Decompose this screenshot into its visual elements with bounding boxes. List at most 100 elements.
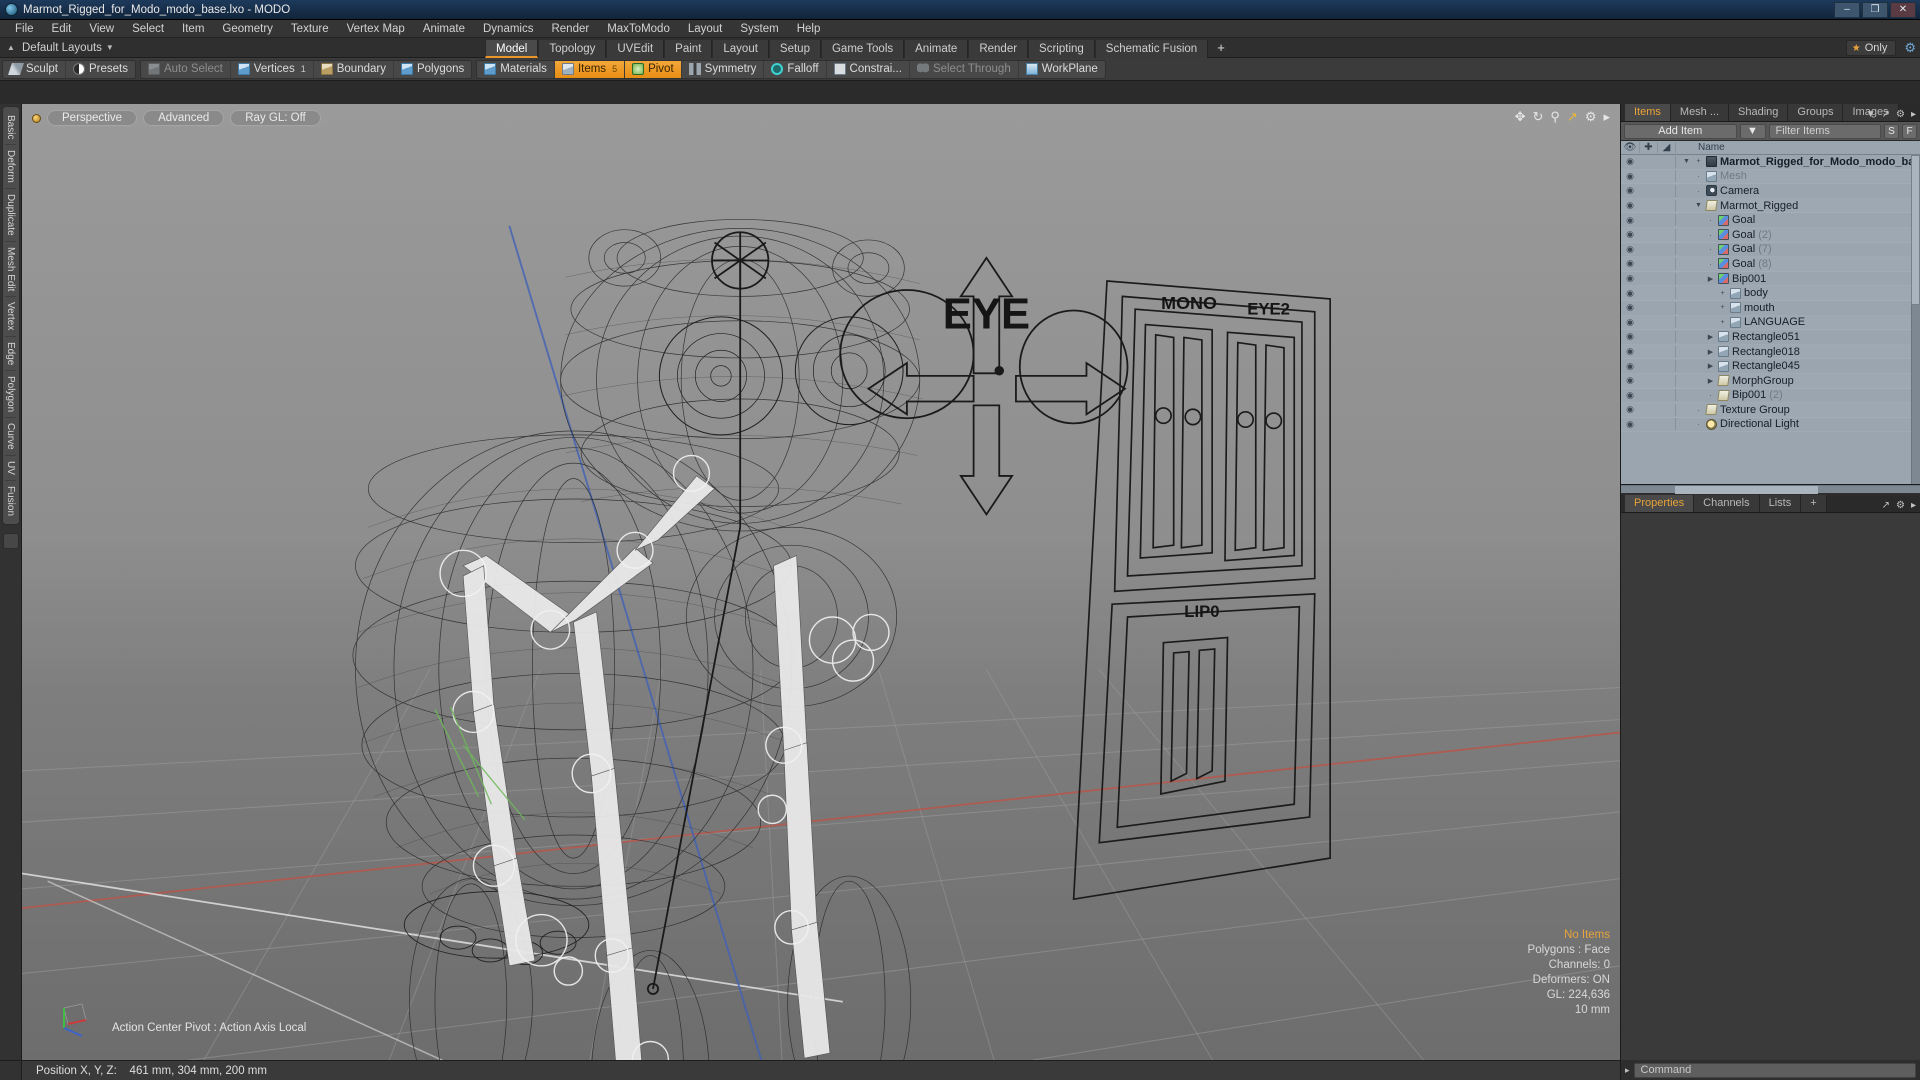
menu-item-animate[interactable]: Animate [414,20,474,38]
twisty-closed-icon[interactable]: ▶ [1706,362,1715,370]
chevron-right-icon[interactable]: ▸ [1625,1065,1630,1076]
mode-button-materials[interactable]: Materials [477,60,555,78]
mode-button-falloff[interactable]: Falloff [764,60,827,78]
menu-item-select[interactable]: Select [123,20,173,38]
visibility-eye-icon[interactable]: ◉ [1621,156,1639,167]
table-row[interactable]: ◉ · Goal [1621,213,1920,228]
expand-plus-icon[interactable]: + [1718,319,1727,326]
item-name-cell[interactable]: · Bip001 (2) [1675,389,1920,402]
chevron-right-icon[interactable]: ▸ [1603,110,1610,123]
twisty-open-icon[interactable]: ▼ [1694,202,1703,209]
tree-connector-icon[interactable]: · [1706,244,1715,254]
layout-tab-schematic-fusion[interactable]: Schematic Fusion [1094,39,1209,58]
expand-icon[interactable]: ↗ [1882,109,1890,120]
zoom-icon[interactable]: ⚲ [1550,110,1560,123]
table-row[interactable]: ◉ · Camera [1621,184,1920,199]
table-row[interactable]: ◉ · Mesh [1621,169,1920,185]
table-row[interactable]: ◉ ▼ Marmot_Rigged [1621,198,1920,214]
visibility-eye-icon[interactable]: ◉ [1621,375,1639,386]
item-name-cell[interactable]: + body [1675,287,1920,300]
gear-icon[interactable]: ⚙ [1585,110,1597,123]
item-name-cell[interactable]: · Camera [1675,184,1920,197]
table-row[interactable]: ◉ + mouth [1621,301,1920,316]
add-item-button[interactable]: Add Item [1624,123,1737,139]
prop-tab-add[interactable]: + [1801,495,1827,512]
gear-icon[interactable]: ⚙ [1896,500,1905,511]
item-name-cell[interactable]: · Goal [1675,214,1920,227]
viewport-raygl-button[interactable]: Ray GL: Off [230,110,321,126]
menu-item-maxtomodo[interactable]: MaxToModo [598,20,679,38]
item-name-cell[interactable]: + LANGUAGE [1675,316,1920,329]
visibility-eye-icon[interactable]: ◉ [1621,302,1639,313]
menu-item-system[interactable]: System [731,20,787,38]
item-name-cell[interactable]: ▶ Rectangle018 [1675,345,1920,358]
item-name-cell[interactable]: ▼ + Marmot_Rigged_for_Modo_modo_ba ... [1675,155,1920,168]
expand-plus-icon[interactable]: + [1718,290,1727,297]
visibility-eye-icon[interactable]: ◉ [1621,390,1639,401]
twisty-closed-icon[interactable]: ▶ [1706,333,1715,341]
twisty-open-icon[interactable]: ▼ [1682,158,1691,165]
visibility-eye-icon[interactable]: ◉ [1621,331,1639,342]
visibility-eye-icon[interactable]: ◉ [1621,419,1639,430]
prop-tab-properties[interactable]: Properties [1625,495,1695,512]
fit-icon[interactable]: ↗ [1567,110,1578,123]
item-name-cell[interactable]: · Goal (8) [1675,257,1920,270]
visibility-eye-icon[interactable]: ◉ [1621,185,1639,196]
item-name-cell[interactable]: · Texture Group [1675,403,1920,416]
mode-button-select-through[interactable]: Select Through [910,60,1019,78]
layout-tab-layout[interactable]: Layout [712,39,769,58]
tree-connector-icon[interactable]: · [1706,215,1715,225]
menu-item-texture[interactable]: Texture [282,20,338,38]
table-row[interactable]: ◉ · Goal (8) [1621,257,1920,272]
visibility-eye-icon[interactable]: ◉ [1621,404,1639,415]
left-tab-deform[interactable]: Deform [5,145,16,190]
prop-tab-channels[interactable]: Channels [1694,495,1760,512]
table-row[interactable]: ◉ · Goal (7) [1621,243,1920,258]
item-name-cell[interactable]: ▶ MorphGroup [1675,374,1920,387]
tree-connector-icon[interactable]: · [1694,419,1703,429]
layout-tab-model[interactable]: Model [485,39,539,58]
tree-connector-icon[interactable]: · [1706,259,1715,269]
menu-item-layout[interactable]: Layout [679,20,732,38]
collapse-arrow-icon[interactable]: ▲ [4,41,18,55]
mode-button-symmetry[interactable]: Symmetry [682,60,765,78]
table-row[interactable]: ◉ + LANGUAGE [1621,315,1920,331]
visibility-eye-icon[interactable]: ◉ [1621,288,1639,299]
visibility-eye-icon[interactable]: ◉ [1621,171,1639,182]
menu-item-geometry[interactable]: Geometry [213,20,282,38]
chevron-right-icon[interactable]: ▸ [1911,109,1916,120]
item-tree-hscrollbar[interactable] [1621,485,1920,494]
tree-connector-icon[interactable]: · [1706,230,1715,240]
expand-plus-icon[interactable]: + [1694,158,1703,165]
item-tree-scrollbar[interactable] [1911,155,1920,484]
expand-icon[interactable]: ↗ [1882,500,1890,511]
layout-tab-render[interactable]: Render [968,39,1029,58]
mode-button-boundary[interactable]: Boundary [314,60,394,78]
chevron-down-icon[interactable]: ▼ [106,43,114,52]
viewport-indicator-dot[interactable] [32,113,41,123]
mode-button-items[interactable]: Items 5 [554,60,626,78]
table-row[interactable]: ◉ + body [1621,286,1920,301]
visibility-eye-icon[interactable]: ◉ [1621,200,1639,211]
item-name-cell[interactable]: ▶ Bip001 [1675,272,1920,285]
layout-tab-paint[interactable]: Paint [664,39,713,58]
menu-item-vertex-map[interactable]: Vertex Map [338,20,414,38]
menu-item-dynamics[interactable]: Dynamics [474,20,542,38]
table-row[interactable]: ◉ · Directional Light [1621,418,1920,433]
left-tab-vertex[interactable]: Vertex [5,297,16,337]
visibility-eye-icon[interactable]: ◉ [1621,229,1639,240]
menu-item-view[interactable]: View [80,20,123,38]
tree-connector-icon[interactable]: · [1694,186,1703,196]
tree-connector-icon[interactable]: · [1694,405,1703,415]
tree-connector-icon[interactable]: · [1694,171,1703,181]
chevron-down-icon[interactable]: ▼ [1866,109,1876,120]
table-row[interactable]: ◉ · Bip001 (2) [1621,389,1920,404]
add-layout-tab-button[interactable]: + [1208,39,1234,57]
menu-item-render[interactable]: Render [542,20,598,38]
menu-item-help[interactable]: Help [788,20,830,38]
left-strip-extra-button[interactable] [2,532,19,549]
item-name-cell[interactable]: ▶ Rectangle045 [1675,360,1920,373]
item-tree-hscroll-thumb[interactable] [1674,486,1819,494]
table-row[interactable]: ◉ ▶ Rectangle051 [1621,330,1920,345]
filter-items-input[interactable]: Filter Items [1768,123,1881,139]
